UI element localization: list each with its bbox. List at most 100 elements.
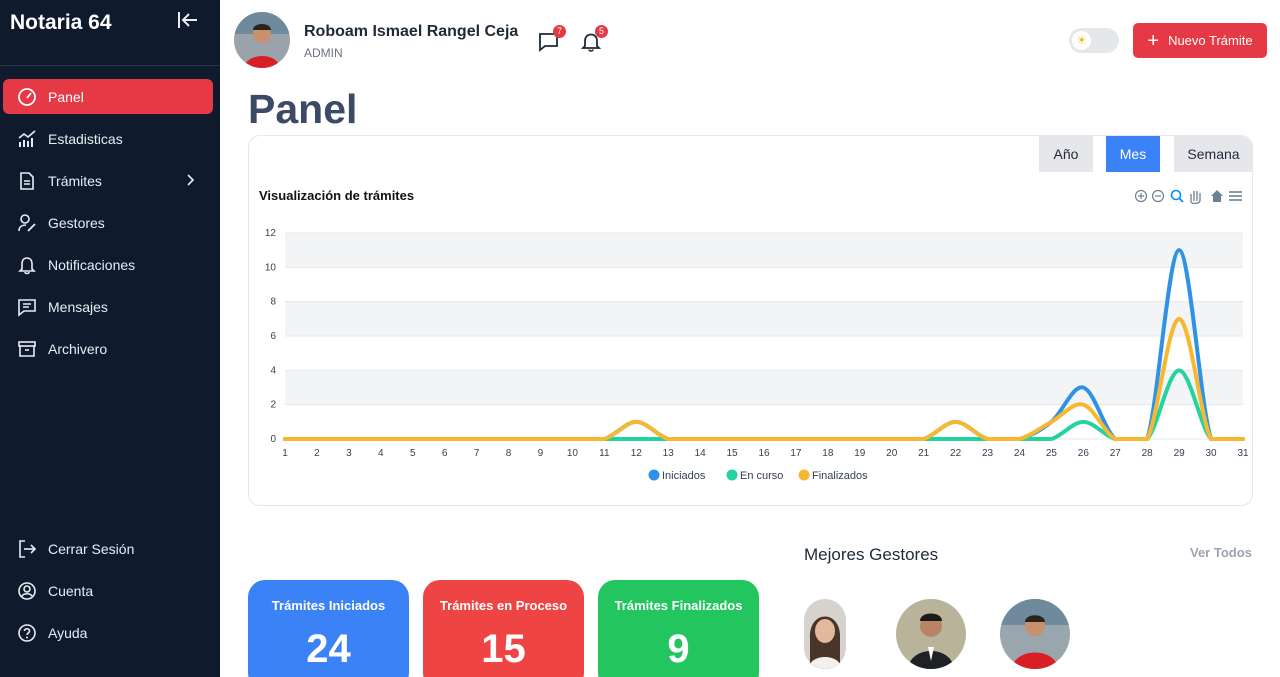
new-tramite-button[interactable]: + Nuevo Trámite xyxy=(1133,23,1267,58)
x-tick-label: 18 xyxy=(822,448,834,459)
stat-label: Trámites Iniciados xyxy=(271,598,386,613)
x-tick-label: 24 xyxy=(1014,448,1026,459)
zoom-out-icon[interactable] xyxy=(1151,189,1165,203)
menu-icon[interactable] xyxy=(1229,191,1242,201)
x-tick-label: 25 xyxy=(1046,448,1058,459)
sidebar-item-mensajes[interactable]: Mensajes xyxy=(3,289,213,324)
tab-mes[interactable]: Mes xyxy=(1106,136,1160,172)
x-tick-label: 15 xyxy=(727,448,739,459)
grid-band xyxy=(285,233,1243,268)
bell-icon xyxy=(17,255,37,275)
stat-value: 24 xyxy=(306,627,351,671)
x-tick-label: 1 xyxy=(282,448,288,459)
x-tick-label: 11 xyxy=(599,448,610,459)
sidebar-item-ayuda[interactable]: Ayuda xyxy=(3,615,213,650)
collapse-sidebar-icon[interactable] xyxy=(176,9,200,31)
manager-avatar[interactable] xyxy=(1000,599,1070,669)
user-edit-icon xyxy=(17,213,37,233)
user-circle-icon xyxy=(17,581,37,601)
x-tick-label: 6 xyxy=(442,448,448,459)
sidebar: Notaria 64 Panel Estadisticas Trámites G… xyxy=(0,0,220,677)
manager-avatar[interactable] xyxy=(896,599,966,669)
magnifier-icon[interactable] xyxy=(1170,189,1184,203)
chart-plot: 0246810121 2 3 4 5 6 7 8 9 10 11 12 13 14 15 16 17 18 19 20… xyxy=(265,228,1249,482)
x-tick-label: 26 xyxy=(1078,448,1090,459)
x-tick-label: 21 xyxy=(918,448,930,459)
y-tick-label: 0 xyxy=(270,434,276,445)
sidebar-item-label: Mensajes xyxy=(48,298,108,315)
y-tick-label: 4 xyxy=(270,365,276,376)
sidebar-item-cerrar-sesion[interactable]: Cerrar Sesión xyxy=(3,531,213,566)
x-tick-label: 7 xyxy=(474,448,480,459)
manager-avatar[interactable] xyxy=(804,599,846,669)
new-tramite-label: Nuevo Trámite xyxy=(1168,33,1253,48)
x-tick-label: 27 xyxy=(1110,448,1122,459)
sidebar-nav: Panel Estadisticas Trámites Gestores Not… xyxy=(0,79,220,373)
sidebar-item-notificaciones[interactable]: Notificaciones xyxy=(3,247,213,282)
y-tick-label: 12 xyxy=(265,228,277,239)
user-avatar[interactable] xyxy=(234,12,290,68)
x-tick-label: 23 xyxy=(982,448,994,459)
sidebar-item-label: Gestores xyxy=(48,214,105,231)
x-tick-label: 14 xyxy=(695,448,707,459)
stat-value: 15 xyxy=(481,627,526,671)
y-tick-label: 10 xyxy=(265,262,277,273)
legend-marker xyxy=(726,469,738,481)
x-tick-label: 3 xyxy=(346,448,352,459)
gauge-icon xyxy=(17,87,37,107)
tab-ano[interactable]: Año xyxy=(1039,136,1093,172)
sidebar-item-label: Cuenta xyxy=(48,582,94,599)
sidebar-item-label: Archivero xyxy=(48,340,108,357)
legend-marker xyxy=(648,469,660,481)
brand-title: Notaria 64 xyxy=(10,11,112,34)
sidebar-item-cuenta[interactable]: Cuenta xyxy=(3,573,213,608)
x-tick-label: 30 xyxy=(1206,448,1218,459)
messages-button[interactable]: 7 xyxy=(538,25,566,53)
notifications-badge: 5 xyxy=(595,25,608,38)
x-tick-label: 20 xyxy=(886,448,898,459)
sidebar-item-label: Trámites xyxy=(48,172,102,189)
sidebar-item-gestores[interactable]: Gestores xyxy=(3,205,213,240)
series-line-iniciados xyxy=(283,248,1245,441)
x-tick-label: 17 xyxy=(790,448,802,459)
see-all-link[interactable]: Ver Todos xyxy=(1190,545,1252,560)
tab-semana[interactable]: Semana xyxy=(1174,136,1253,172)
chart-title: Visualización de trámites xyxy=(259,188,415,203)
help-icon xyxy=(17,623,37,643)
sidebar-item-estadisticas[interactable]: Estadisticas xyxy=(3,121,213,156)
pan-hand-icon[interactable] xyxy=(1190,191,1201,204)
legend-marker xyxy=(798,469,810,481)
chart-card: Año Mes Semana Visualización de trámites… xyxy=(248,135,1253,506)
x-tick-label: 28 xyxy=(1142,448,1154,459)
x-tick-label: 16 xyxy=(758,448,770,459)
stat-card-finalizados: Trámites Finalizados 9 xyxy=(598,580,759,677)
stat-card-proceso: Trámites en Proceso 15 xyxy=(423,580,584,677)
bar-chart-icon xyxy=(17,129,37,149)
y-tick-label: 6 xyxy=(270,331,276,342)
x-tick-label: 4 xyxy=(378,448,384,459)
grid-band xyxy=(285,301,1243,336)
sidebar-item-tramites[interactable]: Trámites xyxy=(3,163,213,198)
best-managers-title: Mejores Gestores xyxy=(804,545,939,564)
chevron-right-icon xyxy=(187,174,195,186)
stat-card-iniciados: Trámites Iniciados 24 xyxy=(248,580,409,677)
home-icon[interactable] xyxy=(1211,190,1223,202)
x-tick-label: 10 xyxy=(567,448,579,459)
theme-toggle[interactable]: ☀ xyxy=(1069,28,1119,53)
user-name: Roboam Ismael Rangel Ceja xyxy=(304,23,519,40)
x-tick-label: 31 xyxy=(1237,448,1249,459)
sidebar-item-label: Ayuda xyxy=(48,624,88,641)
sidebar-item-panel[interactable]: Panel xyxy=(3,79,213,114)
x-tick-label: 22 xyxy=(950,448,962,459)
message-icon xyxy=(17,297,37,317)
chart-toolbar xyxy=(1135,189,1242,204)
y-tick-label: 8 xyxy=(270,297,276,308)
x-tick-label: 19 xyxy=(854,448,866,459)
zoom-in-icon[interactable] xyxy=(1135,189,1148,203)
sidebar-item-archivero[interactable]: Archivero xyxy=(3,331,213,366)
notifications-button[interactable]: 5 xyxy=(580,25,608,53)
legend-label: Iniciados xyxy=(662,470,706,482)
plus-icon: + xyxy=(1147,29,1160,52)
sidebar-item-label: Notificaciones xyxy=(48,256,136,273)
legend-label: En curso xyxy=(740,470,783,482)
